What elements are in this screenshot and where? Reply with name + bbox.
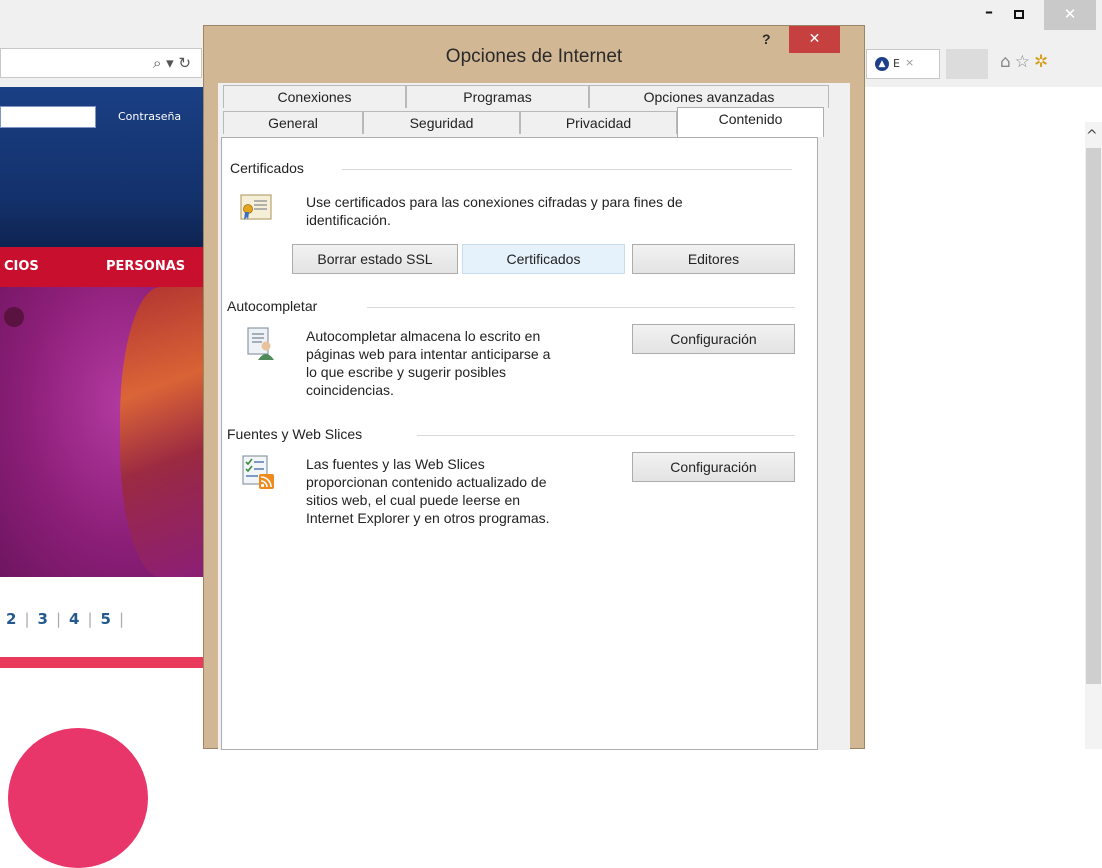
window-close-icon[interactable]: ✕: [1044, 0, 1096, 30]
feeds-settings-button[interactable]: Configuración: [632, 452, 795, 482]
minimize-icon[interactable]: –: [982, 4, 996, 20]
certificates-button[interactable]: Certificados: [462, 244, 625, 274]
scrollbar-thumb[interactable]: [1086, 148, 1101, 684]
restore-icon[interactable]: [1014, 10, 1024, 19]
page-link[interactable]: 5: [101, 610, 111, 628]
address-bar[interactable]: ⌕ ▾ ↻: [0, 48, 202, 78]
site-stripe: [0, 657, 205, 668]
feeds-desc-1: Las fuentes y las Web Slices: [306, 456, 485, 472]
password-label: Contraseña: [118, 110, 182, 123]
feeds-icon: [242, 455, 274, 489]
autocomplete-desc-2: páginas web para intentar anticiparse a: [306, 346, 551, 362]
autocomplete-desc-1: Autocompletar almacena lo escrito en: [306, 328, 541, 344]
home-icon[interactable]: ⌂: [1000, 52, 1015, 72]
certificates-heading: Certificados: [230, 160, 304, 176]
tab-contenido[interactable]: Contenido: [677, 107, 824, 137]
site-favicon-icon: ▲: [875, 57, 889, 71]
tab-programas[interactable]: Programas: [406, 85, 589, 108]
tab-close-icon[interactable]: ×: [905, 56, 914, 69]
page-link[interactable]: 2: [6, 610, 16, 628]
tab-conexiones[interactable]: Conexiones: [223, 85, 406, 108]
page-link[interactable]: 4: [69, 610, 79, 628]
autocomplete-desc-3: lo que escribe y sugerir posibles: [306, 364, 506, 380]
hero-decoration: [120, 287, 205, 577]
tab-row-front: General Seguridad Privacidad Contenido: [223, 107, 849, 137]
publishers-button[interactable]: Editores: [632, 244, 795, 274]
help-button[interactable]: ?: [762, 31, 771, 47]
group-divider: [417, 435, 795, 436]
certificates-desc-1: Use certificados para las conexiones cif…: [306, 194, 683, 210]
toolbar-icons: ⌂☆✲: [1000, 52, 1052, 72]
nav-item-personas[interactable]: PERSONAS: [106, 259, 185, 274]
page-link[interactable]: 3: [38, 610, 48, 628]
group-divider: [367, 307, 795, 308]
hero-ornament: [4, 307, 24, 327]
dialog-title: Opciones de Internet: [445, 46, 623, 67]
autocomplete-desc-4: coincidencias.: [306, 382, 394, 398]
browser-tab[interactable]: ▲ E ×: [866, 49, 940, 79]
scroll-up-icon[interactable]: ^: [1086, 128, 1098, 144]
nav-item-servicios[interactable]: CIOS: [4, 259, 39, 274]
browser-tab-label: E: [893, 57, 900, 70]
tab-seguridad[interactable]: Seguridad: [363, 111, 520, 134]
tab-opciones-avanzadas[interactable]: Opciones avanzadas: [589, 85, 829, 108]
certificates-desc-2: identificación.: [306, 212, 391, 228]
search-refresh-icons[interactable]: ⌕ ▾ ↻: [153, 54, 191, 72]
feeds-desc-4: Internet Explorer y en otros programas.: [306, 510, 550, 526]
group-divider: [342, 169, 792, 170]
clear-ssl-state-button[interactable]: Borrar estado SSL: [292, 244, 458, 274]
new-tab-button[interactable]: [946, 49, 988, 79]
favorites-star-icon[interactable]: ☆: [1015, 52, 1034, 72]
gear-icon[interactable]: ✲: [1034, 52, 1052, 72]
autocomplete-icon: [247, 327, 274, 360]
login-user-field[interactable]: [0, 106, 96, 128]
site-nav-bar: CIOS PERSONAS: [0, 247, 205, 287]
feeds-desc-3: sitios web, el cual puede leerse en: [306, 492, 521, 508]
tab-privacidad[interactable]: Privacidad: [520, 111, 677, 134]
site-circle-graphic: [8, 728, 148, 868]
hero-image: [0, 287, 205, 577]
certificate-icon: [240, 194, 272, 220]
feeds-desc-2: proporcionan contenido actualizado de: [306, 474, 547, 490]
dialog-client-area: Conexiones Programas Opciones avanzadas …: [218, 83, 850, 750]
dialog-close-button[interactable]: ✕: [789, 26, 840, 53]
internet-options-dialog: Opciones de Internet ? ✕ Conexiones Prog…: [203, 25, 865, 750]
autocomplete-settings-button[interactable]: Configuración: [632, 324, 795, 354]
autocomplete-heading: Autocompletar: [227, 298, 318, 314]
pager: 2 | 3 | 4 | 5 |: [6, 610, 124, 628]
tab-general[interactable]: General: [223, 111, 363, 134]
tab-row-back: Conexiones Programas Opciones avanzadas: [223, 85, 829, 108]
content-tab-panel: Certificados Use certificados para las c…: [221, 137, 818, 750]
site-login-area: Contraseña: [0, 87, 205, 247]
feeds-heading: Fuentes y Web Slices: [227, 426, 363, 442]
